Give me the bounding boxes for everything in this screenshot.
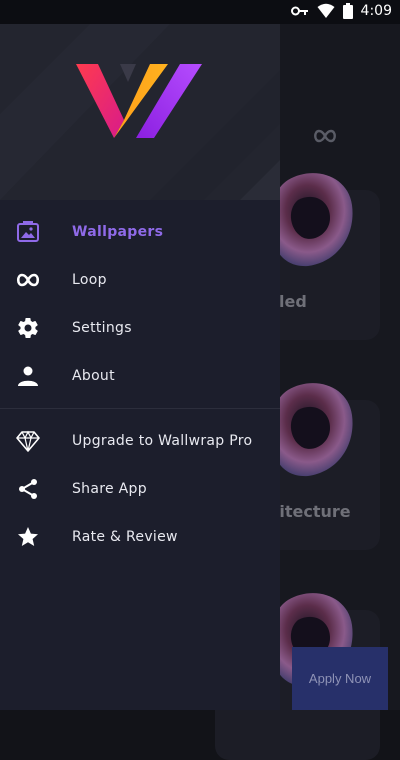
share-icon (19, 479, 37, 499)
menu-item-wallpapers[interactable]: Wallpapers (0, 208, 280, 256)
drawer-header (0, 24, 280, 200)
wallpaper-thumbnail (271, 383, 353, 477)
infinity-icon (16, 273, 40, 287)
menu-label-wallpapers: Wallpapers (72, 224, 164, 240)
menu-label-about: About (72, 368, 115, 384)
wallpaper-card-label: hitecture (268, 502, 351, 521)
status-bar: 4:09 (0, 0, 400, 24)
gear-icon (18, 318, 38, 339)
wallwrap-logo (76, 64, 202, 138)
apply-now-button[interactable]: Apply Now (292, 647, 388, 710)
menu-item-about[interactable]: About (0, 352, 280, 400)
loop-tab-icon[interactable] (313, 129, 337, 143)
menu-item-loop[interactable]: Loop (0, 256, 280, 304)
menu-label-rate-review: Rate & Review (72, 529, 178, 545)
battery-icon (342, 3, 353, 19)
status-icons: 4:09 (290, 3, 392, 19)
person-icon (18, 366, 38, 386)
status-time: 4:09 (360, 3, 392, 19)
menu-divider (0, 408, 280, 409)
wallpaper-thumbnail (271, 173, 353, 267)
navigation-drawer: Wallpapers Loop Settings About Upgrade t… (0, 24, 280, 710)
menu-label-settings: Settings (72, 320, 132, 336)
wifi-icon (317, 3, 335, 18)
key-icon (290, 6, 308, 16)
menu-label-loop: Loop (72, 272, 107, 288)
menu-label-upgrade: Upgrade to Wallwrap Pro (72, 433, 253, 449)
diamond-icon (16, 430, 40, 452)
star-icon (18, 527, 38, 546)
wallpaper-icon (17, 221, 39, 242)
menu-label-share-app: Share App (72, 481, 147, 497)
menu-item-rate-review[interactable]: Rate & Review (0, 513, 280, 561)
menu-item-settings[interactable]: Settings (0, 304, 280, 352)
menu-item-upgrade[interactable]: Upgrade to Wallwrap Pro (0, 417, 280, 465)
menu-item-share-app[interactable]: Share App (0, 465, 280, 513)
